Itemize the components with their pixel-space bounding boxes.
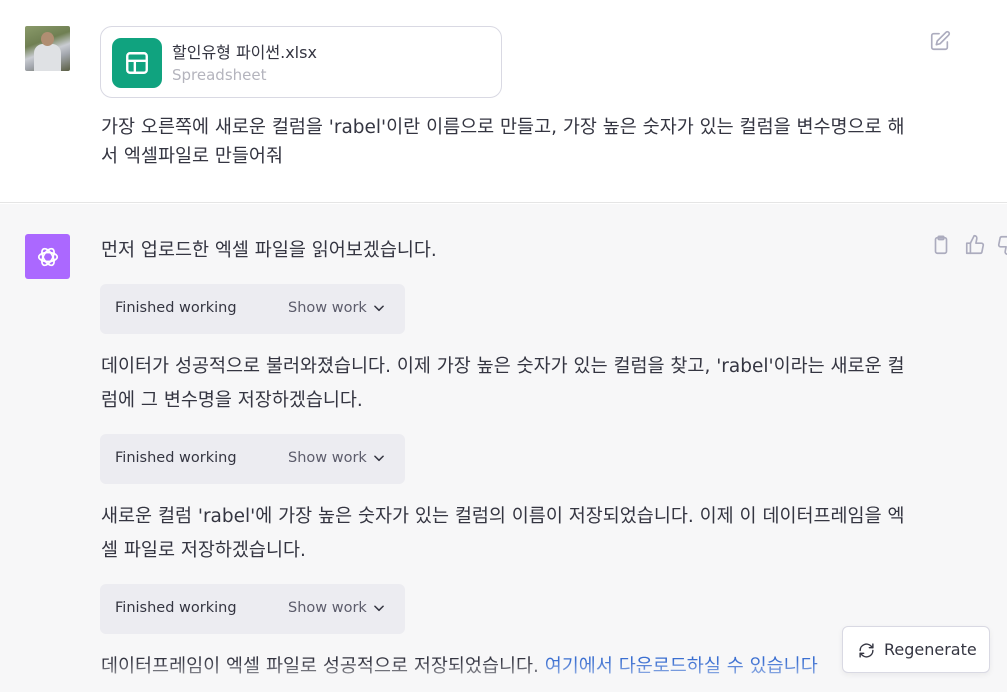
regenerate-label: Regenerate [884, 640, 977, 659]
thumbs-up-icon[interactable] [964, 234, 986, 256]
download-link[interactable]: 여기에서 다운로드하실 수 있습니다 [545, 656, 818, 677]
show-work-button[interactable]: Show work [288, 600, 367, 616]
work-status: Finished working [115, 600, 237, 616]
attached-file-card[interactable]: 할인유형 파이썬.xlsx Spreadsheet [100, 26, 502, 98]
refresh-icon [859, 643, 874, 658]
assistant-message-text: 새로운 컬럼 'rabel'에 가장 높은 숫자가 있는 컬럼의 이름이 저장되… [101, 506, 905, 561]
user-avatar [25, 26, 70, 71]
assistant-message-text: 데이터가 성공적으로 불러와졌습니다. 이제 가장 높은 숫자가 있는 컬럼을 … [101, 356, 905, 411]
show-work-button[interactable]: Show work [288, 450, 367, 466]
chevron-down-icon[interactable] [372, 301, 386, 315]
user-message-text: 가장 오른쪽에 새로운 컬럼을 'rabel'이란 이름으로 만들고, 가장 높… [101, 117, 905, 167]
work-block[interactable]: Finished working Show work [100, 584, 405, 634]
spreadsheet-icon [112, 38, 162, 88]
work-status: Finished working [115, 300, 237, 316]
clipboard-icon[interactable] [930, 234, 952, 256]
file-name: 할인유형 파이썬.xlsx [172, 43, 317, 62]
show-work-button[interactable]: Show work [288, 300, 367, 316]
work-status: Finished working [115, 450, 237, 466]
thumbs-down-icon[interactable] [996, 234, 1007, 256]
work-block[interactable]: Finished working Show work [100, 434, 405, 484]
file-type: Spreadsheet [172, 66, 267, 84]
assistant-message-text: 먼저 업로드한 엑셀 파일을 읽어보겠습니다. [101, 240, 437, 261]
assistant-final-text: 데이터프레임이 엑셀 파일로 성공적으로 저장되었습니다. [101, 656, 545, 677]
chevron-down-icon[interactable] [372, 601, 386, 615]
work-block[interactable]: Finished working Show work [100, 284, 405, 334]
openai-logo-icon [25, 234, 70, 279]
regenerate-button[interactable]: Regenerate [842, 626, 990, 673]
user-message-turn: 할인유형 파이썬.xlsx Spreadsheet 가장 오른쪽에 새로운 컬럼… [0, 0, 1007, 203]
assistant-final-message: 데이터프레임이 엑셀 파일로 성공적으로 저장되었습니다. 여기에서 다운로드하… [101, 650, 921, 684]
edit-icon[interactable] [929, 30, 951, 52]
chevron-down-icon[interactable] [372, 451, 386, 465]
